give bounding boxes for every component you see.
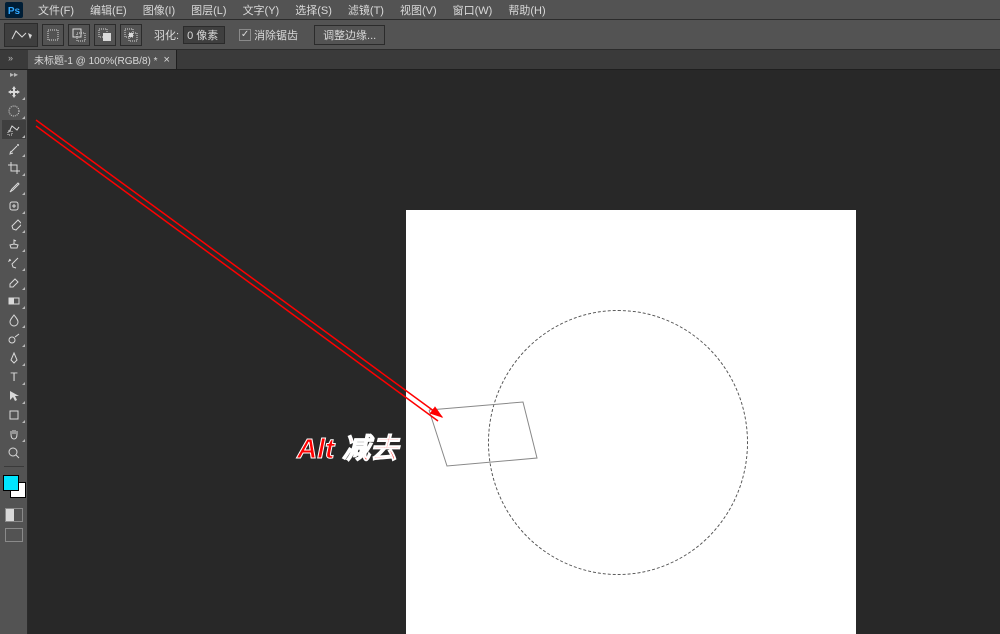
checkbox-icon <box>239 29 251 41</box>
annotation-text: Alt 减去 <box>297 427 398 467</box>
document-tab-bar: 未标题-1 @ 100%(RGB/8) * × <box>0 50 1000 70</box>
menu-image[interactable]: 图像(I) <box>135 2 183 18</box>
menu-help[interactable]: 帮助(H) <box>500 2 553 18</box>
menu-filter[interactable]: 滤镜(T) <box>340 2 392 18</box>
hand-tool[interactable] <box>2 424 26 443</box>
document-tab-title: 未标题-1 @ 100%(RGB/8) * <box>34 52 158 67</box>
blur-tool[interactable] <box>2 310 26 329</box>
history-brush-tool[interactable] <box>2 253 26 272</box>
shape-tool[interactable] <box>2 405 26 424</box>
tools-panel: ▸▸ T <box>0 70 28 634</box>
brush-tool[interactable] <box>2 215 26 234</box>
menu-edit[interactable]: 编辑(E) <box>82 2 135 18</box>
menu-type[interactable]: 文字(Y) <box>235 2 288 18</box>
crop-tool[interactable] <box>2 158 26 177</box>
antialias-checkbox[interactable]: 消除锯齿 <box>239 27 298 43</box>
healing-brush-tool[interactable] <box>2 196 26 215</box>
menu-file[interactable]: 文件(F) <box>30 2 82 18</box>
eyedropper-tool[interactable] <box>2 177 26 196</box>
antialias-label: 消除锯齿 <box>254 27 298 43</box>
feather-input[interactable] <box>183 26 225 44</box>
lasso-path <box>425 398 555 478</box>
lasso-tool[interactable] <box>2 120 26 139</box>
options-bar: 羽化: 消除锯齿 调整边缘... <box>0 20 1000 50</box>
tab-overflow-icon[interactable]: » <box>8 53 13 63</box>
zoom-tool[interactable] <box>2 443 26 462</box>
move-tool[interactable] <box>2 82 26 101</box>
selection-add-button[interactable] <box>68 24 90 46</box>
feather-label: 羽化: <box>154 27 179 43</box>
active-tool-indicator[interactable] <box>4 23 38 47</box>
eraser-tool[interactable] <box>2 272 26 291</box>
toolbar-collapse-icon[interactable]: ▸▸ <box>0 69 28 79</box>
foreground-swatch[interactable] <box>3 475 19 491</box>
marquee-tool[interactable] <box>2 101 26 120</box>
magic-wand-tool[interactable] <box>2 139 26 158</box>
close-icon[interactable]: × <box>164 54 170 66</box>
app-logo: Ps <box>4 1 24 19</box>
quick-mask-toggle[interactable] <box>5 508 23 522</box>
dodge-tool[interactable] <box>2 329 26 348</box>
path-selection-tool[interactable] <box>2 386 26 405</box>
clone-stamp-tool[interactable] <box>2 234 26 253</box>
selection-intersect-button[interactable] <box>120 24 142 46</box>
pen-tool[interactable] <box>2 348 26 367</box>
svg-text:T: T <box>10 370 18 384</box>
type-tool[interactable]: T <box>2 367 26 386</box>
selection-new-button[interactable] <box>42 24 64 46</box>
menu-bar: Ps 文件(F) 编辑(E) 图像(I) 图层(L) 文字(Y) 选择(S) 滤… <box>0 0 1000 20</box>
selection-subtract-button[interactable] <box>94 24 116 46</box>
refine-edge-button[interactable]: 调整边缘... <box>314 25 385 45</box>
document-tab[interactable]: 未标题-1 @ 100%(RGB/8) * × <box>28 50 177 69</box>
gradient-tool[interactable] <box>2 291 26 310</box>
menu-select[interactable]: 选择(S) <box>287 2 340 18</box>
menu-window[interactable]: 窗口(W) <box>445 2 501 18</box>
menu-layer[interactable]: 图层(L) <box>183 2 234 18</box>
color-swatches[interactable] <box>2 474 26 502</box>
menu-view[interactable]: 视图(V) <box>392 2 445 18</box>
workspace <box>28 70 1000 634</box>
svg-text:Ps: Ps <box>8 6 21 17</box>
screen-mode-toggle[interactable] <box>5 528 23 542</box>
